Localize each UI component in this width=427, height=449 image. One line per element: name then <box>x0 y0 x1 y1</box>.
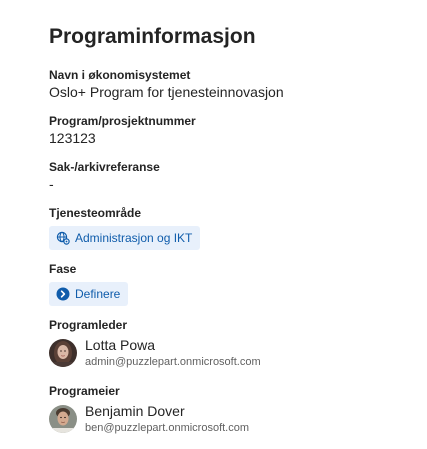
phase-label: Fase <box>49 262 77 276</box>
program-owner-label: Programeier <box>49 384 120 398</box>
archive-ref-value: - <box>49 176 54 192</box>
chevron-circle-icon <box>56 287 70 301</box>
service-area-tag-label: Administrasjon og IKT <box>75 231 193 245</box>
economy-name-value: Oslo+ Program for tjenesteinnovasjon <box>49 84 284 100</box>
program-owner-persona[interactable]: Benjamin Dover ben@puzzlepart.onmicrosof… <box>49 403 409 437</box>
person-name: Benjamin Dover <box>85 403 185 419</box>
service-area-tag[interactable]: Administrasjon og IKT <box>49 226 201 250</box>
service-area-label: Tjenesteområde <box>49 206 142 220</box>
project-number-label: Program/prosjektnummer <box>49 114 196 128</box>
person-email: admin@puzzlepart.onmicrosoft.com <box>85 356 261 368</box>
program-lead-persona[interactable]: Lotta Powa admin@puzzlepart.onmicrosoft.… <box>49 337 409 371</box>
person-name: Lotta Powa <box>85 337 156 353</box>
phase-tag-label: Definere <box>75 287 121 301</box>
phase-tag[interactable]: Definere <box>49 282 129 306</box>
economy-name-label: Navn i økonomisystemet <box>49 68 191 82</box>
globe-gear-icon <box>56 231 70 245</box>
avatar <box>49 339 77 367</box>
program-lead-label: Programleder <box>49 318 128 332</box>
person-email: ben@puzzlepart.onmicrosoft.com <box>85 422 250 434</box>
section-title: Programinformasjon <box>49 25 256 48</box>
project-number-value: 123123 <box>49 130 96 146</box>
avatar <box>49 405 77 433</box>
archive-ref-label: Sak-/arkivreferanse <box>49 160 160 174</box>
